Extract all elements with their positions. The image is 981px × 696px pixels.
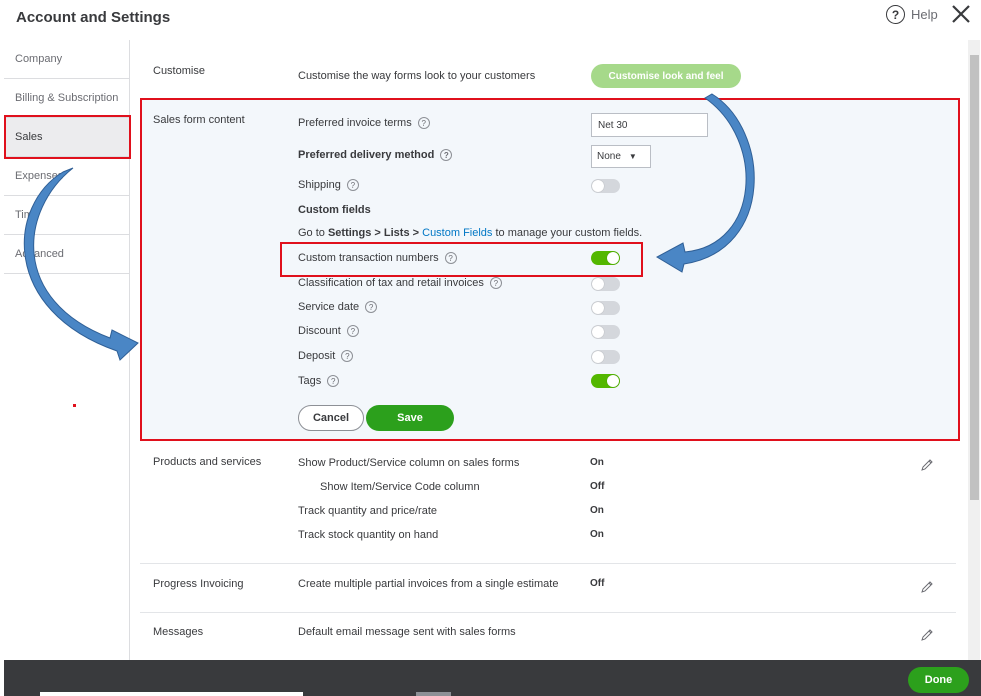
edit-pencil-icon[interactable]	[920, 628, 934, 642]
delivery-method-select[interactable]: None ▼	[591, 145, 651, 168]
discount-label: Discount ?	[298, 325, 359, 337]
sales-highlight-box	[4, 115, 131, 159]
products-row-label: Track stock quantity on hand	[298, 529, 439, 541]
save-button[interactable]: Save	[366, 405, 454, 431]
customise-look-and-feel-button[interactable]: Customise look and feel	[591, 64, 741, 88]
section-customise: Customise	[153, 65, 205, 77]
settings-dialog: Account and Settings ? Help Company Bill…	[0, 0, 981, 696]
sidebar-item-billing[interactable]: Billing & Subscription	[4, 79, 129, 118]
footer-bar	[4, 660, 981, 696]
label-text: Custom transaction numbers	[298, 252, 439, 264]
progress-invoicing-description: Create multiple partial invoices from a …	[298, 578, 559, 590]
deposit-toggle[interactable]	[591, 350, 620, 364]
chevron-down-icon: ▼	[628, 152, 637, 161]
products-row-value: On	[590, 529, 604, 540]
preferred-delivery-method-label: Preferred delivery method ?	[298, 149, 453, 161]
section-sales-form-content: Sales form content	[153, 114, 245, 126]
footer-indicator	[416, 692, 451, 696]
products-row-value: On	[590, 457, 604, 468]
preferred-invoice-terms-label: Preferred invoice terms ?	[298, 117, 430, 129]
section-products-and-services: Products and services	[153, 456, 262, 468]
label-text: Service date	[298, 301, 360, 313]
tags-label: Tags ?	[298, 375, 340, 387]
delivery-method-value: None	[597, 151, 621, 162]
products-row-label: Show Product/Service column on sales for…	[298, 457, 520, 469]
service-date-toggle[interactable]	[591, 301, 620, 315]
sidebar-item-company[interactable]: Company	[4, 40, 129, 79]
tags-toggle[interactable]	[591, 374, 620, 388]
red-dot-mark	[73, 404, 76, 407]
classification-label: Classification of tax and retail invoice…	[298, 277, 502, 289]
custom-transaction-numbers-label: Custom transaction numbers ?	[298, 252, 457, 264]
customise-description: Customise the way forms look to your cus…	[298, 70, 536, 82]
help-circle-icon[interactable]: ?	[444, 252, 457, 264]
cancel-button[interactable]: Cancel	[298, 405, 364, 431]
discount-toggle[interactable]	[591, 325, 620, 339]
help-circle-icon[interactable]: ?	[341, 350, 354, 362]
text-prefix: Go to	[298, 227, 328, 239]
invoice-terms-value: Net 30	[598, 119, 628, 131]
sidebar-item-time[interactable]: Time	[4, 196, 129, 235]
help-button[interactable]: ? Help	[886, 5, 938, 24]
done-button[interactable]: Done	[908, 667, 969, 693]
help-circle-icon[interactable]: ?	[417, 117, 430, 129]
progress-invoicing-value: Off	[590, 578, 605, 589]
products-row-value: Off	[590, 481, 605, 492]
custom-fields-text: Go to Settings > Lists > Custom Fields t…	[298, 227, 642, 239]
custom-transaction-numbers-toggle[interactable]	[591, 251, 620, 265]
sidebar-item-label: Company	[15, 53, 63, 65]
products-row-value: On	[590, 505, 604, 516]
help-circle-icon[interactable]: ?	[346, 179, 359, 191]
custom-fields-heading: Custom fields	[298, 204, 371, 216]
label-text: Shipping	[298, 179, 341, 191]
help-circle-icon[interactable]: ?	[365, 301, 378, 313]
sidebar-item-label: Advanced	[15, 248, 64, 260]
label-text: Tags	[298, 375, 322, 387]
edit-pencil-icon[interactable]	[920, 580, 934, 594]
service-date-label: Service date ?	[298, 301, 378, 313]
products-row-label: Track quantity and price/rate	[298, 505, 437, 517]
deposit-label: Deposit ?	[298, 350, 354, 362]
section-divider	[140, 612, 956, 613]
section-divider	[140, 563, 956, 564]
scrollbar-thumb[interactable]	[970, 55, 979, 500]
custom-fields-link[interactable]: Custom Fields	[422, 227, 492, 239]
help-circle-icon[interactable]: ?	[440, 149, 453, 161]
help-icon: ?	[886, 5, 905, 24]
sidebar-item-advanced[interactable]: Advanced	[4, 235, 129, 274]
label-text: Discount	[298, 325, 341, 337]
sidebar-item-label: Time	[15, 209, 40, 221]
footer-indicator	[40, 692, 303, 696]
shipping-label: Shipping ?	[298, 179, 359, 191]
page-title: Account and Settings	[16, 9, 171, 26]
messages-description: Default email message sent with sales fo…	[298, 626, 516, 638]
sidebar-item-expenses[interactable]: Expenses	[4, 157, 129, 196]
sidebar-item-label: Expenses	[15, 170, 64, 182]
classification-toggle[interactable]	[591, 277, 620, 291]
section-progress-invoicing: Progress Invoicing	[153, 578, 244, 590]
label-text: Preferred delivery method	[298, 149, 435, 161]
close-icon[interactable]	[950, 3, 972, 25]
sidebar-item-label: Billing & Subscription	[15, 92, 119, 104]
label-text: Preferred invoice terms	[298, 117, 412, 129]
help-circle-icon[interactable]: ?	[489, 277, 502, 289]
help-circle-icon[interactable]: ?	[346, 325, 359, 337]
label-text: Deposit	[298, 350, 336, 362]
section-messages: Messages	[153, 626, 204, 638]
text-suffix: to manage your custom fields.	[492, 227, 643, 239]
help-circle-icon[interactable]: ?	[327, 375, 340, 387]
help-label: Help	[911, 7, 938, 22]
invoice-terms-input[interactable]: Net 30	[591, 113, 708, 137]
label-text: Classification of tax and retail invoice…	[298, 277, 484, 289]
text-bold: Settings > Lists >	[327, 227, 420, 239]
edit-pencil-icon[interactable]	[920, 458, 934, 472]
shipping-toggle[interactable]	[591, 179, 620, 193]
products-row-label: Show Item/Service Code column	[320, 481, 480, 493]
